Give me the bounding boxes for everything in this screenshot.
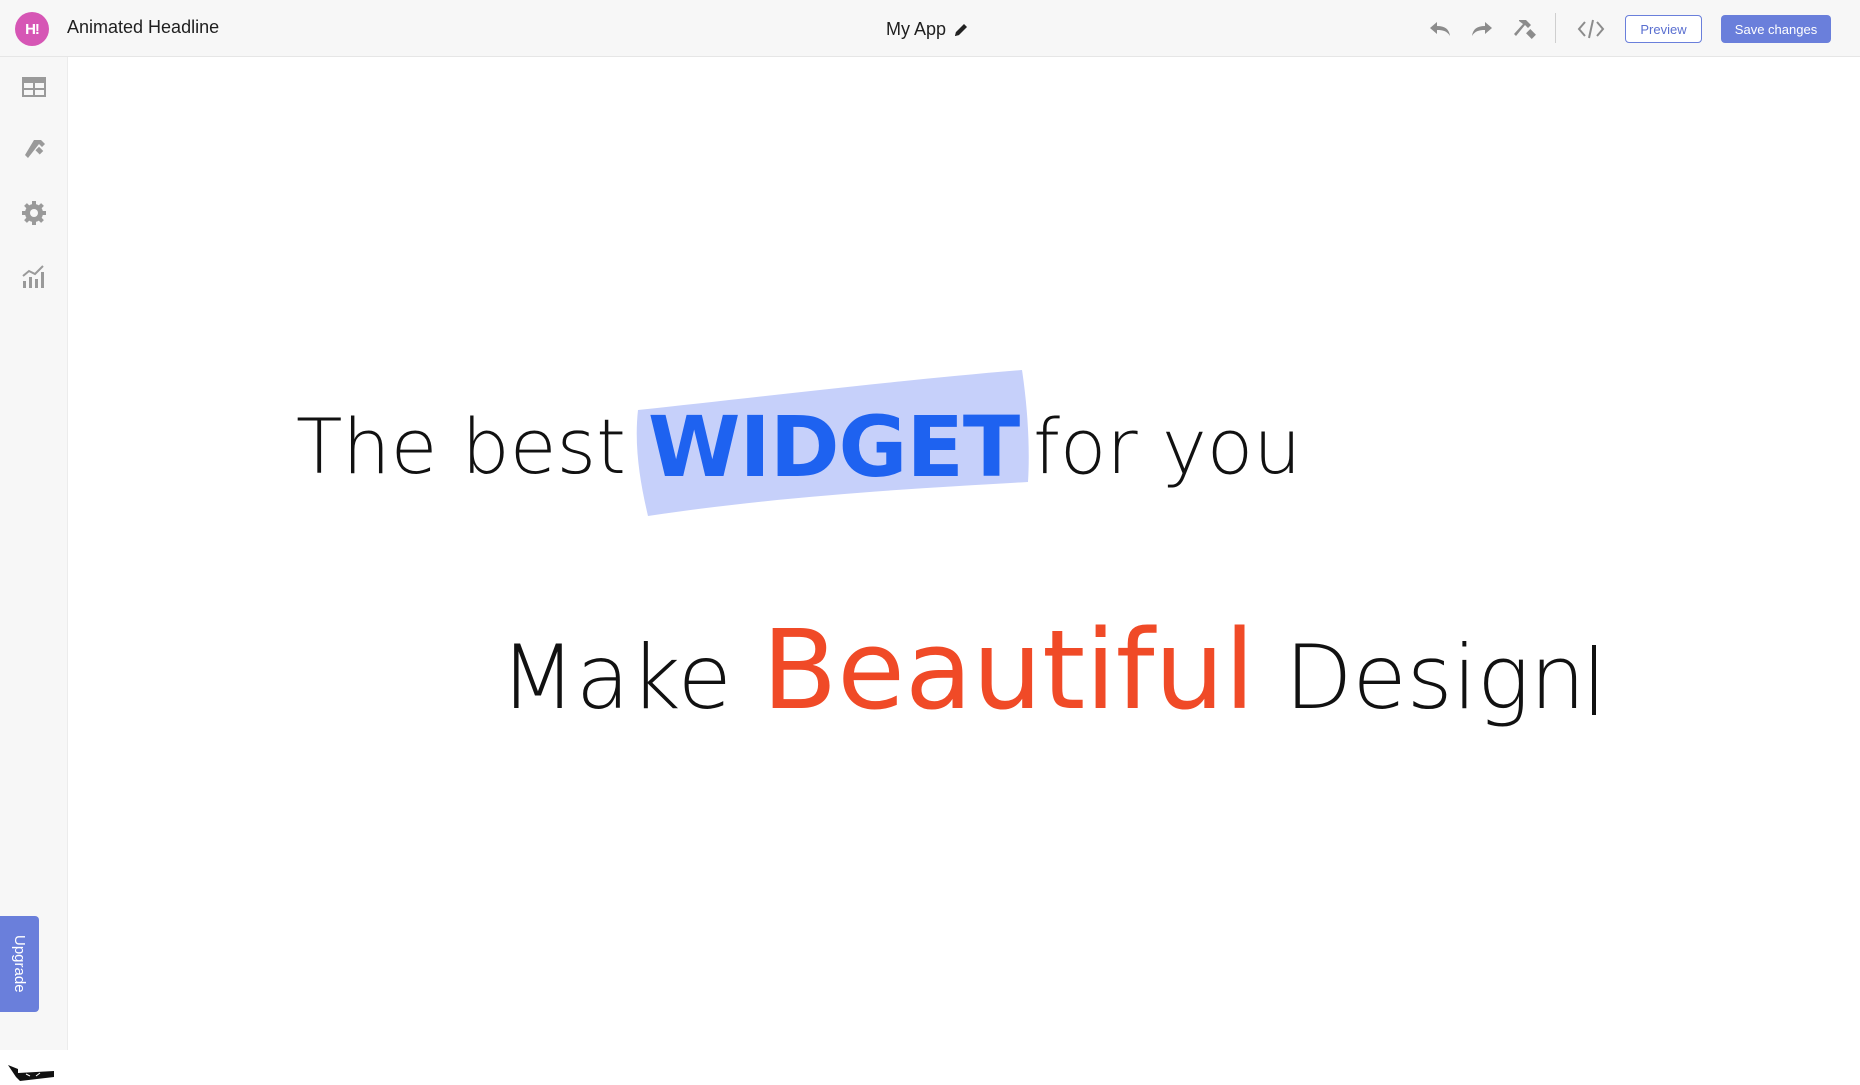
headline-secondary-before: Make [500, 626, 732, 729]
highlighted-word: WIDGET [647, 398, 1020, 496]
brand-logo-icon [8, 1065, 54, 1081]
app-name[interactable]: My App [886, 19, 946, 40]
hammer-icon[interactable] [1511, 16, 1537, 42]
top-bar: H! Animated Headline My App Preview Save… [0, 0, 1860, 57]
app-logo-icon: H! [15, 12, 49, 46]
code-icon[interactable] [1576, 16, 1606, 42]
layout-icon[interactable] [20, 73, 48, 101]
logo-text: H! [25, 20, 40, 38]
headline-secondary: Make Beautiful Design [500, 610, 1596, 730]
typing-cursor [1591, 645, 1596, 715]
upgrade-label: Upgrade [11, 935, 28, 993]
widget-name: Animated Headline [67, 17, 220, 37]
upgrade-button[interactable]: Upgrade [0, 916, 39, 1012]
headline-primary-after: for you [1033, 402, 1302, 491]
sidebar: Upgrade [0, 57, 68, 1081]
analytics-icon[interactable] [20, 263, 48, 291]
undo-icon[interactable] [1427, 16, 1453, 42]
headline-secondary-after: Design [1284, 626, 1586, 729]
accent-word: Beautiful [761, 606, 1255, 734]
save-changes-button[interactable]: Save changes [1721, 15, 1831, 43]
pencil-icon[interactable] [953, 22, 969, 38]
highlighted-word-wrap: WIDGET [636, 370, 1029, 516]
preview-button[interactable]: Preview [1625, 15, 1702, 43]
headline-primary-before: The best [296, 402, 626, 491]
redo-icon[interactable] [1469, 16, 1495, 42]
gear-icon[interactable] [20, 199, 48, 227]
headline-primary: The best WIDGET for you [296, 370, 1302, 516]
brush-icon[interactable] [20, 136, 48, 164]
toolbar-divider [1555, 13, 1556, 43]
